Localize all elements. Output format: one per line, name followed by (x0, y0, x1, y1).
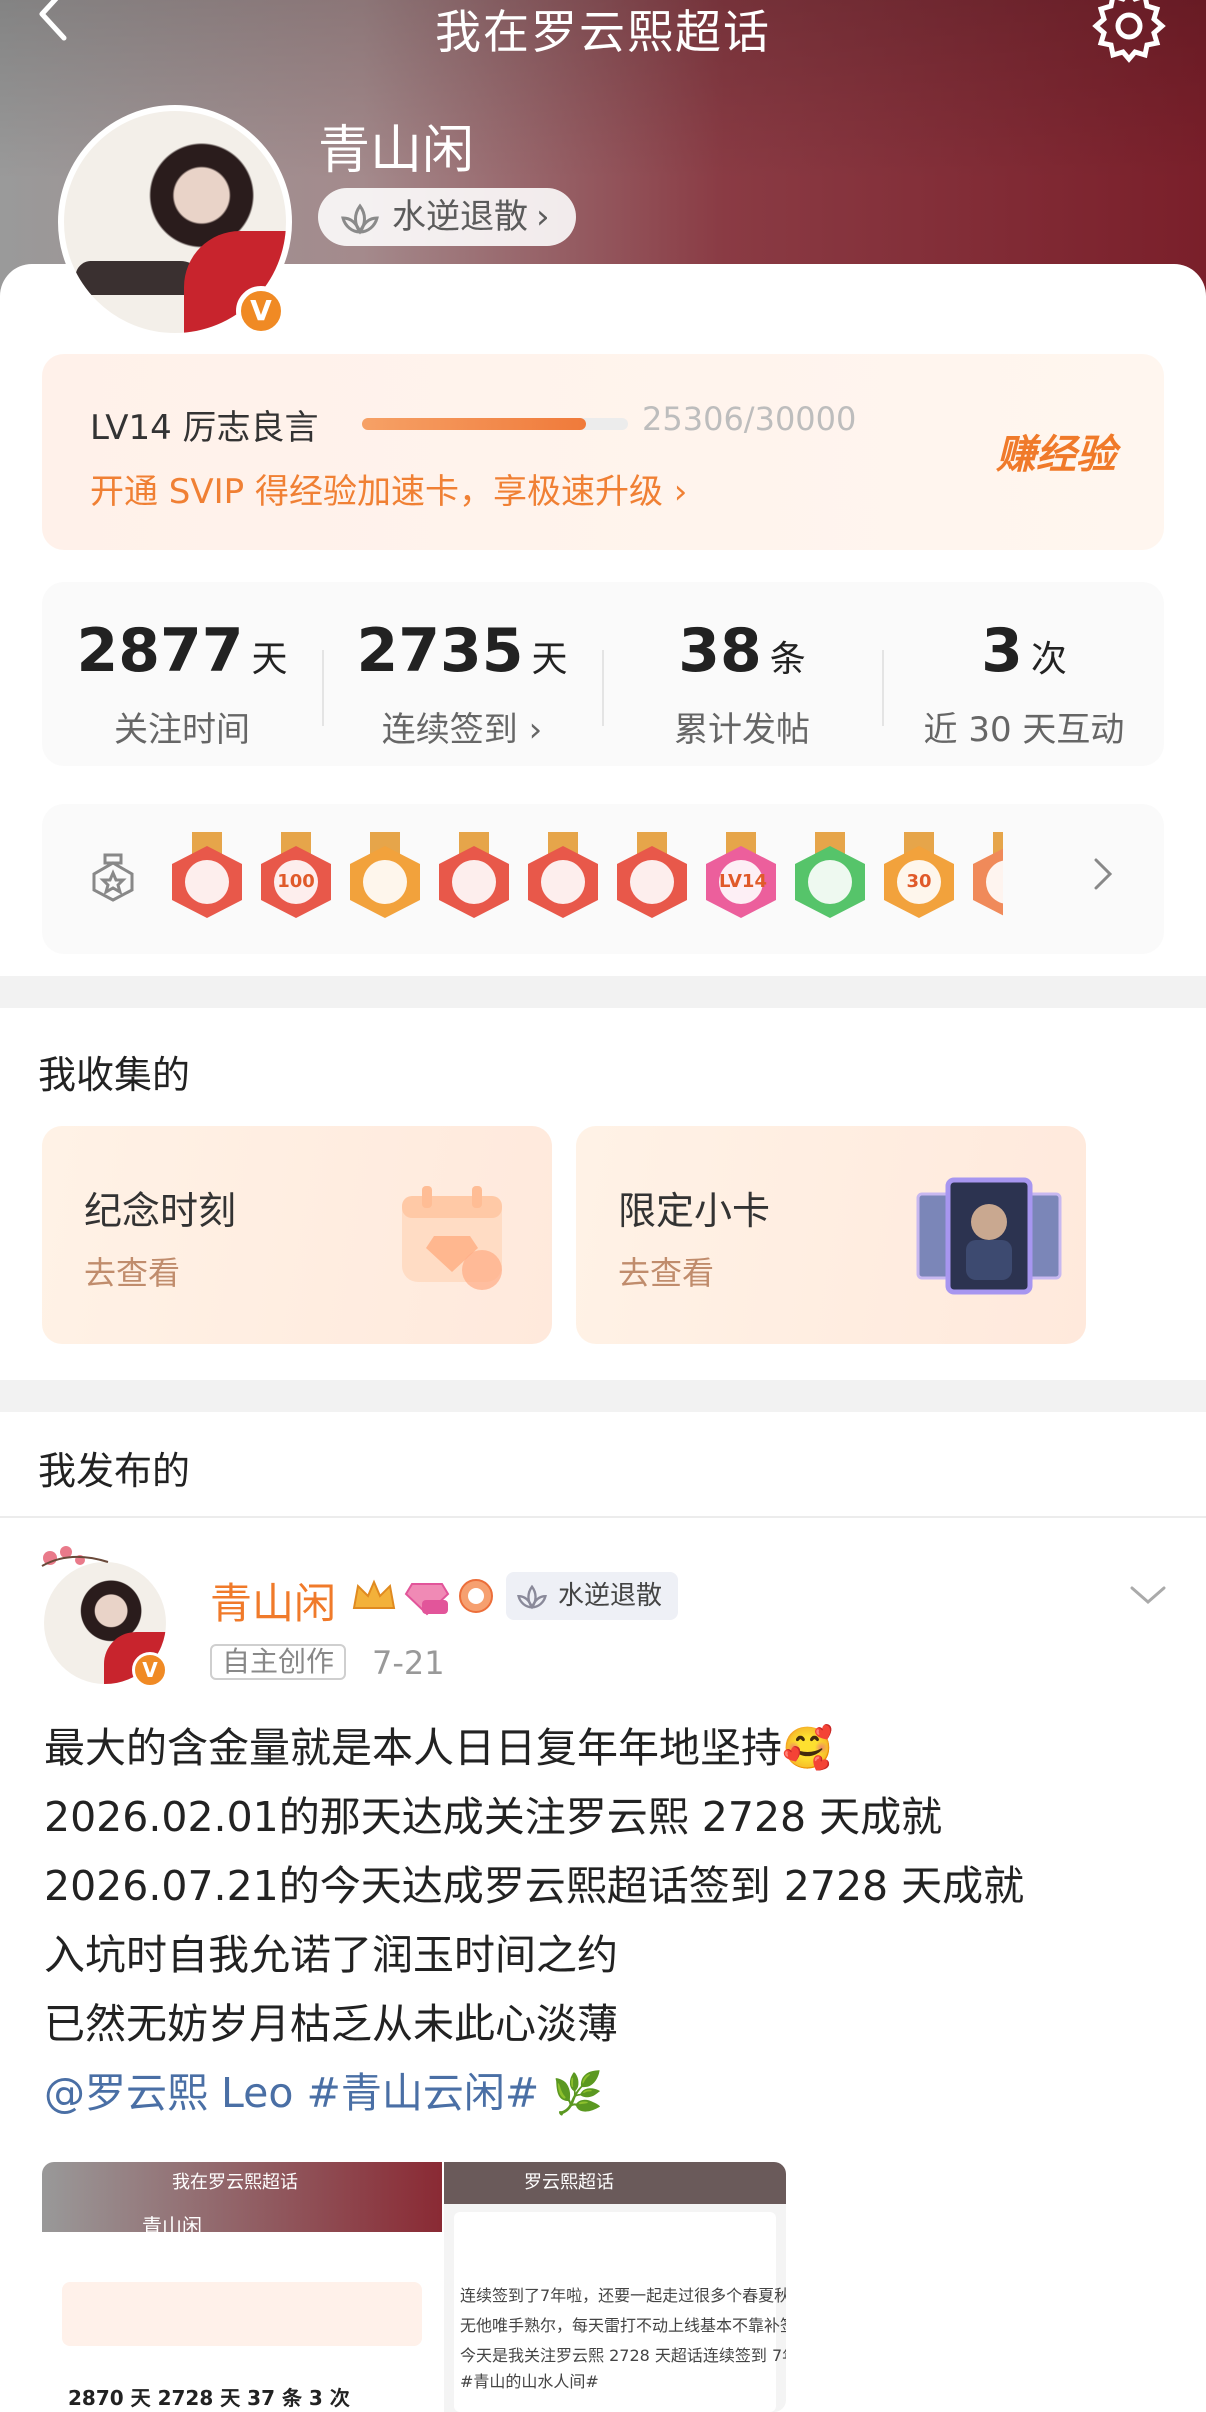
stat-checkin-streak[interactable]: 2735 天 连续签到 › (322, 582, 602, 766)
level-title: LV14 厉志良言 (90, 408, 319, 448)
stat-value: 2877 (76, 616, 244, 686)
posts-section: 我发布的 V 青山闲 水逆退散 自主创作 7-21 最大的含金量就是本人日日复年… (0, 1412, 1206, 2412)
user-badges (350, 1572, 500, 1620)
medal-wall[interactable]: 100 LV14 30 (42, 804, 1164, 954)
thumb-line: 今天是我关注罗云熙 2728 天超话连续签到 7年 (460, 2346, 786, 2365)
stat-posts: 38 条 累计发帖 (602, 582, 882, 766)
thumb-screenshot-left: 我在罗云熙超话 青山闲 2870 天 2728 天 37 条 3 次 (42, 2162, 442, 2412)
stat-label: 近 30 天互动 (923, 710, 1125, 750)
profile-card: LV14 厉志良言 25306/30000 开通 SVIP 得经验加速卡，享极速… (0, 264, 1206, 976)
chevron-right-icon: › (536, 197, 550, 237)
stat-label: 累计发帖 (674, 710, 810, 750)
thumb-line: #青山的山水人间# (460, 2372, 599, 2391)
stat-unit: 天 (531, 639, 568, 680)
stat-value: 38 (678, 616, 762, 686)
stat-unit: 天 (251, 639, 288, 680)
lotus-icon (340, 198, 380, 256)
chip-text: 水逆退散 (558, 1581, 663, 1611)
level-progress-bar (362, 418, 628, 430)
blossom-frame-icon (40, 1542, 110, 1572)
medal-badge[interactable] (617, 832, 687, 918)
card-link: 去查看 (84, 1254, 181, 1292)
medal-badge[interactable]: 100 (261, 832, 331, 918)
calendar-gift-icon (382, 1166, 522, 1306)
post-author-title-chip[interactable]: 水逆退散 (506, 1572, 679, 1620)
gear-icon[interactable] (1092, 0, 1166, 70)
card-link: 去查看 (618, 1254, 715, 1292)
medal-badge[interactable] (439, 832, 509, 918)
post-line: 入坑时自我允诺了润玉时间之约 (44, 1931, 618, 1979)
level-box[interactable]: LV14 厉志良言 25306/30000 开通 SVIP 得经验加速卡，享极速… (42, 354, 1164, 550)
user-title-text: 水逆退散 (392, 197, 528, 237)
medal-badge[interactable] (528, 832, 598, 918)
stat-interactions: 3次 近 30 天互动 (884, 582, 1164, 766)
post-line: 2026.02.01的那天达成关注罗云熙 2728 天成就 (44, 1793, 943, 1841)
photocard-stack-icon (914, 1176, 1064, 1296)
level-progress-fill (362, 418, 587, 430)
thumb-line: 连续签到了7年啦，还要一起走过很多个春夏秋冬~ (460, 2286, 786, 2305)
section-title-posts: 我发布的 (38, 1449, 191, 1493)
original-content-tag: 自主创作 (210, 1644, 347, 1680)
post-line: 最大的含金量就是本人日日复年年地坚持🥰 (44, 1724, 834, 1772)
lotus-icon (516, 1580, 548, 1628)
post-date: 7-21 (372, 1644, 445, 1682)
verified-badge: V (132, 1652, 168, 1688)
thumb-screenshot-right: 罗云熙超话 连续签到了7年啦，还要一起走过很多个春夏秋冬~ 无他唯手熟尔，每天雷… (444, 2162, 786, 2412)
card-memorial-moments[interactable]: 纪念时刻 去查看 (42, 1126, 552, 1344)
medal-badge[interactable] (795, 832, 865, 918)
page: 我在罗云熙超话 V 青山闲 水逆退散 › LV14 厉志良言 25306/3000… (0, 0, 1206, 2412)
chevron-down-icon[interactable] (1128, 1584, 1168, 1612)
stats-box: 2877 天 关注时间 2735 天 连续签到 › 38 条 累计发帖 3次 近 30… (42, 582, 1164, 766)
earn-exp-button[interactable]: 赚经验 (996, 422, 1116, 480)
thumb-stats: 2870 天 2728 天 37 条 3 次 (68, 2386, 350, 2410)
collections-section: 我收集的 纪念时刻 去查看 限定小卡 去查看 (0, 1008, 1206, 1380)
level-exp: 25306/30000 (642, 400, 857, 438)
medal-wall-icon (90, 852, 136, 906)
medal-badge[interactable]: LV14 (706, 832, 776, 918)
thumb-title: 罗云熙超话 (524, 2172, 614, 2193)
medal-badge[interactable] (973, 832, 1003, 918)
thumb-title: 我在罗云熙超话 (172, 2172, 298, 2193)
post-line: 2026.07.21的今天达成罗云熙超话签到 2728 天成就 (44, 1862, 1025, 1910)
stat-value: 3 (981, 616, 1023, 686)
post-author-name[interactable]: 青山闲 (210, 1570, 336, 1631)
medal-badge[interactable] (172, 832, 242, 918)
divider (0, 1516, 1206, 1518)
stat-unit: 条 (769, 639, 806, 680)
section-title-collect: 我收集的 (38, 1053, 191, 1097)
stat-follow-time: 2877 天 关注时间 (42, 582, 322, 766)
post-body[interactable]: 最大的含金量就是本人日日复年年地坚持🥰 2026.02.01的那天达成关注罗云熙… (44, 1714, 1174, 2128)
stat-label: 关注时间 (114, 710, 250, 750)
stat-label: 连续签到 › (381, 710, 543, 750)
card-title: 纪念时刻 (84, 1189, 237, 1233)
user-title-chip[interactable]: 水逆退散 › (318, 188, 576, 246)
stat-value: 2735 (356, 616, 524, 686)
card-title: 限定小卡 (618, 1189, 771, 1233)
medal-badge[interactable]: 30 (884, 832, 954, 918)
post-mention-hashtag-link[interactable]: @罗云熙 Leo #青山云闲# 🌿 (44, 2059, 1174, 2128)
post-image-thumbnail[interactable]: 我在罗云熙超话 青山闲 2870 天 2728 天 37 条 3 次 罗云熙超话… (42, 2162, 786, 2412)
verified-badge: V (236, 286, 286, 336)
card-limited-photocards[interactable]: 限定小卡 去查看 (576, 1126, 1086, 1344)
post-line: 已然无妨岁月枯乏从未此心淡薄 (44, 2000, 618, 2048)
svip-promo-link[interactable]: 开通 SVIP 得经验加速卡，享极速升级 › (90, 464, 687, 513)
chevron-right-icon[interactable] (1092, 854, 1116, 898)
page-title: 我在罗云熙超话 (435, 5, 771, 59)
thumb-line: 无他唯手熟尔，每天雷打不动上线基本不靠补签~ (460, 2316, 786, 2335)
thumb-user: 青山闲 (142, 2214, 202, 2238)
username: 青山闲 (318, 121, 475, 181)
stat-unit: 次 (1030, 639, 1067, 680)
medal-badge[interactable] (350, 832, 420, 918)
